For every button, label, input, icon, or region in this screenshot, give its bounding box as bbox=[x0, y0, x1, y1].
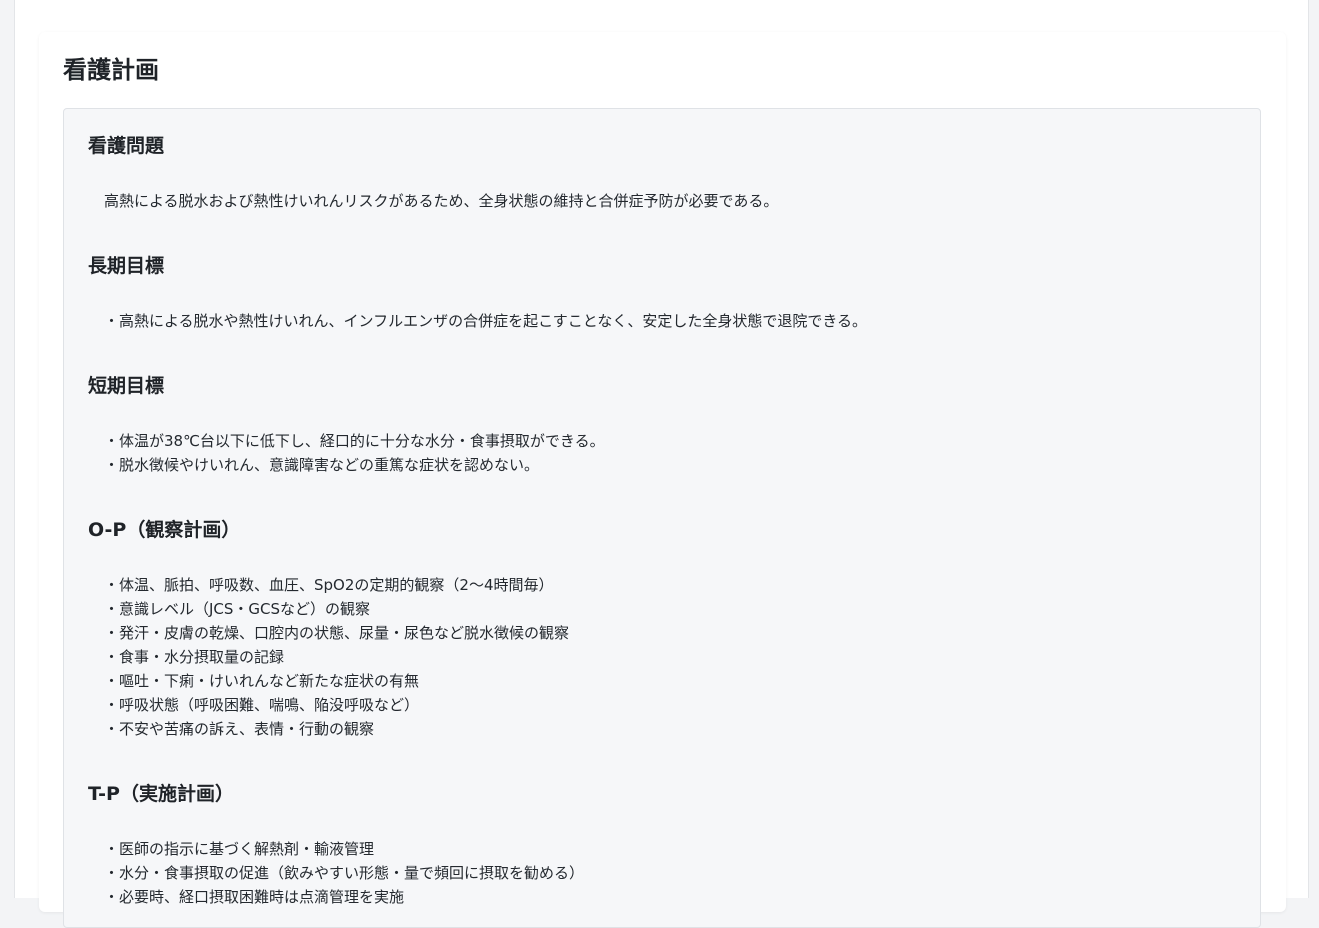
list-item: ・必要時、経口摂取困難時は点滴管理を実施 bbox=[104, 888, 405, 906]
section-body: ・高熱による脱水や熱性けいれん、インフルエンザの合併症を起こすことなく、安定した… bbox=[88, 309, 1228, 333]
section-body: ・体温、脈拍、呼吸数、血圧、SpO2の定期的観察（2〜4時間毎） ・意識レベル（… bbox=[88, 573, 1228, 741]
section-body: ・医師の指示に基づく解熱剤・輸液管理 ・水分・食事摂取の促進（飲みやすい形態・量… bbox=[88, 837, 1228, 909]
section-heading: T-P（実施計画） bbox=[88, 783, 234, 805]
section-short-term-goal: 短期目標 ・体温が38℃台以下に低下し、経口的に十分な水分・食事摂取ができる。 … bbox=[88, 373, 1228, 477]
section-heading: O-P（観察計画） bbox=[88, 519, 241, 541]
nursing-plan-card: 看護計画 看護問題 高熱による脱水および熱性けいれんリスクがあるため、全身状態の… bbox=[39, 32, 1286, 928]
list-item: 高熱による脱水および熱性けいれんリスクがあるため、全身状態の維持と合併症予防が必… bbox=[104, 192, 779, 210]
list-item: ・不安や苦痛の訴え、表情・行動の観察 bbox=[104, 720, 375, 738]
page-frame: 看護計画 看護問題 高熱による脱水および熱性けいれんリスクがあるため、全身状態の… bbox=[14, 0, 1309, 928]
section-observation-plan: O-P（観察計画） ・体温、脈拍、呼吸数、血圧、SpO2の定期的観察（2〜4時間… bbox=[88, 517, 1228, 741]
list-item: ・体温が38℃台以下に低下し、経口的に十分な水分・食事摂取ができる。 bbox=[104, 432, 605, 450]
list-item: ・発汗・皮膚の乾燥、口腔内の状態、尿量・尿色など脱水徴候の観察 bbox=[104, 624, 570, 642]
list-item: ・体温、脈拍、呼吸数、血圧、SpO2の定期的観察（2〜4時間毎） bbox=[104, 576, 554, 594]
list-item: ・嘔吐・下痢・けいれんなど新たな症状の有無 bbox=[104, 672, 420, 690]
section-nursing-problem: 看護問題 高熱による脱水および熱性けいれんリスクがあるため、全身状態の維持と合併… bbox=[88, 133, 1228, 213]
section-heading: 長期目標 bbox=[88, 255, 165, 277]
list-item: ・呼吸状態（呼吸困難、喘鳴、陥没呼吸など） bbox=[104, 696, 420, 714]
list-item: ・水分・食事摂取の促進（飲みやすい形態・量で頻回に摂取を勧める） bbox=[104, 864, 585, 882]
list-item: ・高熱による脱水や熱性けいれん、インフルエンザの合併症を起こすことなく、安定した… bbox=[104, 312, 868, 330]
section-body: ・体温が38℃台以下に低下し、経口的に十分な水分・食事摂取ができる。 ・脱水徴候… bbox=[88, 429, 1228, 477]
page-title: 看護計画 bbox=[63, 56, 159, 84]
list-item: ・医師の指示に基づく解熱剤・輸液管理 bbox=[104, 840, 375, 858]
list-item: ・脱水徴候やけいれん、意識障害などの重篤な症状を認めない。 bbox=[104, 456, 540, 474]
section-long-term-goal: 長期目標 ・高熱による脱水や熱性けいれん、インフルエンザの合併症を起こすことなく… bbox=[88, 253, 1228, 333]
list-item: ・食事・水分摂取量の記録 bbox=[104, 648, 285, 666]
section-heading: 短期目標 bbox=[88, 375, 165, 397]
section-heading: 看護問題 bbox=[88, 135, 165, 157]
section-treatment-plan: T-P（実施計画） ・医師の指示に基づく解熱剤・輸液管理 ・水分・食事摂取の促進… bbox=[88, 781, 1228, 909]
list-item: ・意識レベル（JCS・GCSなど）の観察 bbox=[104, 600, 371, 618]
nursing-plan-content: 看護問題 高熱による脱水および熱性けいれんリスクがあるため、全身状態の維持と合併… bbox=[63, 108, 1261, 928]
section-body: 高熱による脱水および熱性けいれんリスクがあるため、全身状態の維持と合併症予防が必… bbox=[88, 189, 1228, 213]
